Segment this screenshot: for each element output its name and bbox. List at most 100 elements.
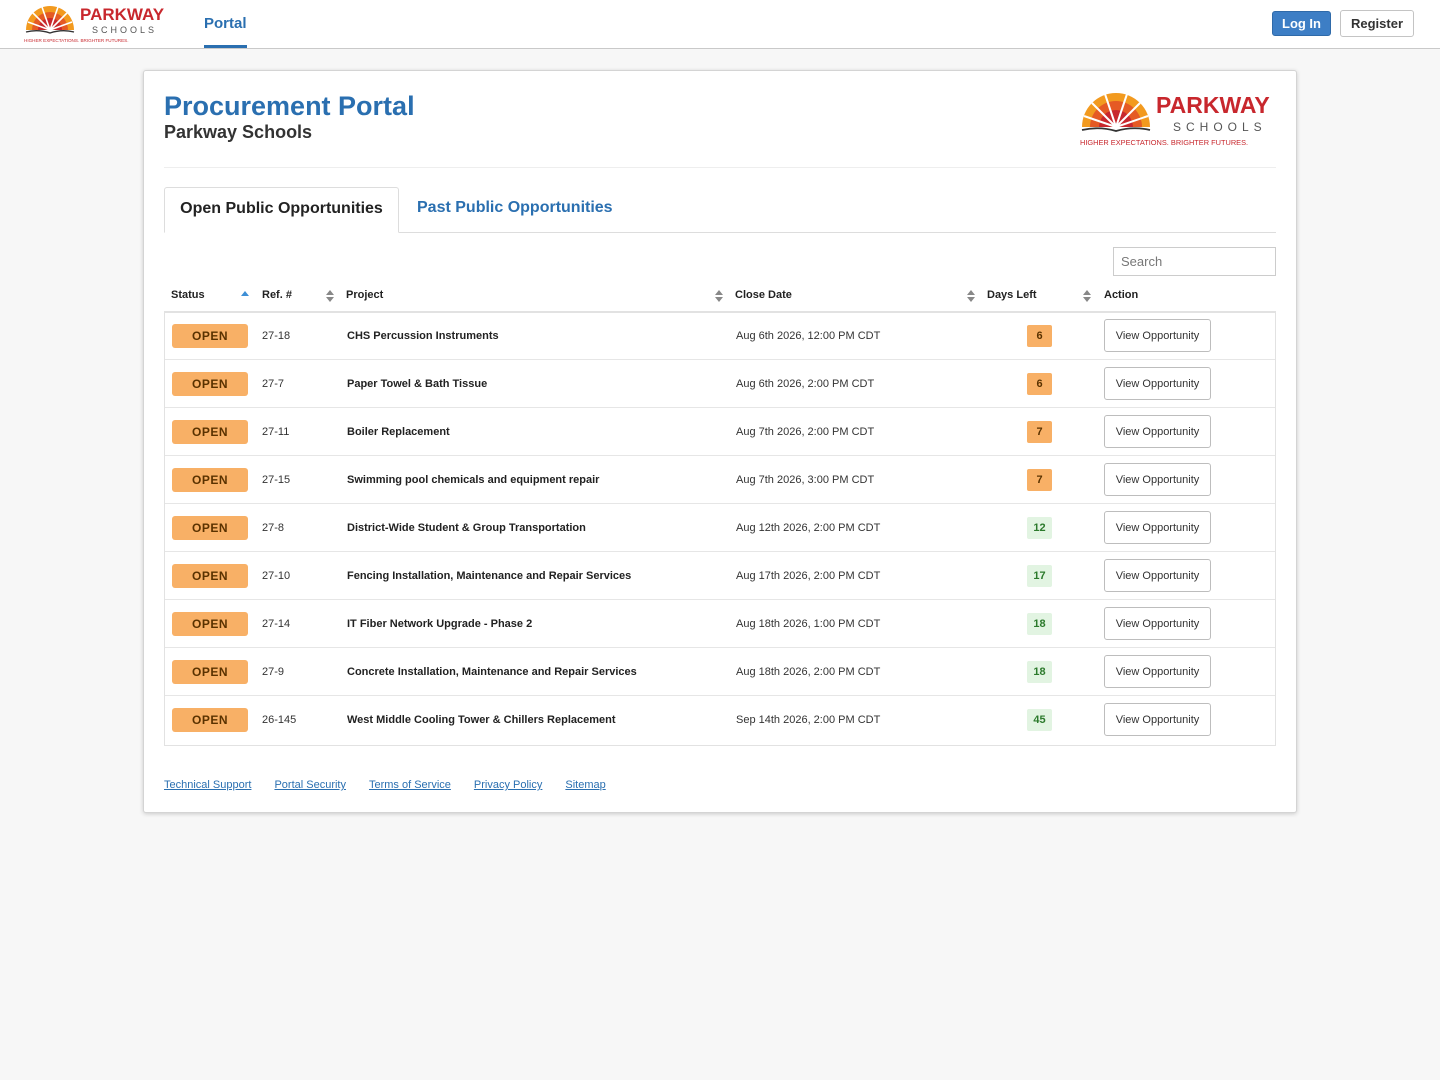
project-name: Paper Towel & Bath Tissue: [347, 378, 488, 390]
column-header-close-date[interactable]: Close Date: [735, 281, 792, 311]
view-opportunity-button[interactable]: View Opportunity: [1104, 367, 1211, 400]
opportunities-table-body: OPEN 27-18 CHS Percussion Instruments Aug 6…: [164, 312, 1276, 746]
project-name: Swimming pool chemicals and equipment re…: [347, 474, 600, 486]
status-badge: OPEN: [172, 612, 248, 636]
sort-icon[interactable]: [326, 289, 334, 303]
table-row: OPEN 27-18 CHS Percussion Instruments Aug 6…: [165, 312, 1275, 360]
search-input[interactable]: [1113, 247, 1276, 276]
ref-number: 27-7: [262, 378, 285, 390]
parkway-logo[interactable]: PARKWAY SCHOOLS HIGHER EXPECTATIONS. BRI…: [24, 4, 170, 44]
footer-link-terms-of-service[interactable]: Terms of Service: [369, 779, 451, 791]
ref-number: 27-10: [262, 570, 291, 582]
days-left-badge: 17: [1027, 565, 1052, 587]
table-row: OPEN 26-145 West Middle Cooling Tower & Ch…: [165, 696, 1275, 744]
page-title: Procurement Portal: [164, 91, 415, 121]
column-header-days-left[interactable]: Days Left: [987, 281, 1037, 311]
column-header-action: Action: [1104, 289, 1139, 301]
tab-past-opportunities[interactable]: Past Public Opportunities: [417, 187, 613, 233]
title-divider: [164, 167, 1276, 168]
top-navbar: PARKWAY SCHOOLS HIGHER EXPECTATIONS. BRI…: [0, 0, 1440, 49]
procurement-card: Procurement Portal Parkway Schools PARKW…: [143, 70, 1297, 813]
ref-number: 27-8: [262, 522, 285, 534]
status-badge: OPEN: [172, 660, 248, 684]
days-left-badge: 6: [1027, 373, 1052, 395]
close-date: Aug 18th 2026, 1:00 PM CDT: [736, 618, 881, 630]
close-date: Aug 12th 2026, 2:00 PM CDT: [736, 522, 881, 534]
days-left-badge: 7: [1027, 421, 1052, 443]
table-header: Status Ref. # Project Close Date Days Le…: [164, 281, 1276, 313]
footer-links: Technical Support Portal Security Terms of…: [164, 779, 629, 791]
column-header-status[interactable]: Status: [171, 281, 205, 311]
status-badge: OPEN: [172, 468, 248, 492]
close-date: Aug 18th 2026, 2:00 PM CDT: [736, 666, 881, 678]
table-row: OPEN 27-14 IT Fiber Network Upgrade - Phas…: [165, 600, 1275, 648]
logo-name: PARKWAY: [80, 5, 165, 24]
view-opportunity-button[interactable]: View Opportunity: [1104, 511, 1211, 544]
days-left-badge: 7: [1027, 469, 1052, 491]
view-opportunity-button[interactable]: View Opportunity: [1104, 319, 1211, 352]
close-date: Aug 6th 2026, 12:00 PM CDT: [736, 330, 881, 342]
table-row: OPEN 27-15 Swimming pool chemicals and equ…: [165, 456, 1275, 504]
days-left-badge: 12: [1027, 517, 1052, 539]
project-name: IT Fiber Network Upgrade - Phase 2: [347, 618, 533, 630]
project-name: Concrete Installation, Maintenance and R…: [347, 666, 637, 678]
login-button[interactable]: Log In: [1272, 11, 1331, 36]
close-date: Aug 7th 2026, 3:00 PM CDT: [736, 474, 875, 486]
view-opportunity-button[interactable]: View Opportunity: [1104, 703, 1211, 736]
status-badge: OPEN: [172, 420, 248, 444]
project-name: West Middle Cooling Tower & Chillers Rep…: [347, 714, 616, 726]
page-subtitle: Parkway Schools: [164, 122, 313, 142]
sort-icon[interactable]: [967, 289, 975, 303]
tab-open-opportunities[interactable]: Open Public Opportunities: [164, 187, 399, 233]
ref-number: 27-18: [262, 330, 291, 342]
view-opportunity-button[interactable]: View Opportunity: [1104, 655, 1211, 688]
view-opportunity-button[interactable]: View Opportunity: [1104, 559, 1211, 592]
table-row: OPEN 27-11 Boiler Replacement Aug 7th 2026,…: [165, 408, 1275, 456]
sort-icon[interactable]: [715, 289, 723, 303]
footer-link-portal-security[interactable]: Portal Security: [274, 779, 346, 791]
footer-link-technical-support[interactable]: Technical Support: [164, 779, 251, 791]
opportunity-tabs: Open Public Opportunities Past Public Op…: [164, 187, 1276, 233]
logo-large-sub: SCHOOLS: [1173, 120, 1267, 134]
days-left-badge: 18: [1027, 613, 1052, 635]
status-badge: OPEN: [172, 708, 248, 732]
view-opportunity-button[interactable]: View Opportunity: [1104, 607, 1211, 640]
table-row: OPEN 27-9 Concrete Installation, Maintenan…: [165, 648, 1275, 696]
project-name: Boiler Replacement: [347, 426, 450, 438]
close-date: Aug 7th 2026, 2:00 PM CDT: [736, 426, 875, 438]
project-name: CHS Percussion Instruments: [347, 330, 499, 342]
project-name: Fencing Installation, Maintenance and Re…: [347, 570, 632, 582]
close-date: Aug 17th 2026, 2:00 PM CDT: [736, 570, 881, 582]
footer-link-privacy-policy[interactable]: Privacy Policy: [474, 779, 542, 791]
ref-number: 27-11: [262, 426, 290, 438]
status-badge: OPEN: [172, 324, 248, 348]
sunburst-icon: [25, 6, 75, 34]
nav-portal-link[interactable]: Portal: [204, 0, 247, 48]
days-left-badge: 45: [1027, 709, 1052, 731]
ref-number: 27-9: [262, 666, 285, 678]
footer-link-sitemap[interactable]: Sitemap: [565, 779, 605, 791]
ref-number: 27-14: [262, 618, 291, 630]
sort-icon[interactable]: [1083, 289, 1091, 303]
table-row: OPEN 27-8 District-Wide Student & Group Tr…: [165, 504, 1275, 552]
register-button[interactable]: Register: [1340, 10, 1414, 37]
column-header-project[interactable]: Project: [346, 281, 383, 311]
close-date: Sep 14th 2026, 2:00 PM CDT: [736, 714, 881, 726]
view-opportunity-button[interactable]: View Opportunity: [1104, 463, 1211, 496]
days-left-badge: 6: [1027, 325, 1052, 347]
ref-number: 27-15: [262, 474, 291, 486]
parkway-logo-large: PARKWAY SCHOOLS HIGHER EXPECTATIONS. BRI…: [1080, 92, 1270, 147]
close-date: Aug 6th 2026, 2:00 PM CDT: [736, 378, 875, 390]
column-header-ref[interactable]: Ref. #: [262, 281, 292, 311]
status-badge: OPEN: [172, 372, 248, 396]
view-opportunity-button[interactable]: View Opportunity: [1104, 415, 1211, 448]
days-left-badge: 18: [1027, 661, 1052, 683]
ref-number: 26-145: [262, 714, 297, 726]
logo-large-name: PARKWAY: [1156, 92, 1270, 118]
sort-ascending-icon[interactable]: [241, 289, 249, 303]
logo-tagline: HIGHER EXPECTATIONS. BRIGHTER FUTURES.: [24, 38, 128, 43]
status-badge: OPEN: [172, 564, 248, 588]
logo-sub: SCHOOLS: [92, 25, 157, 35]
table-row: OPEN 27-7 Paper Towel & Bath Tissue Aug 6th…: [165, 360, 1275, 408]
sunburst-icon: [1081, 93, 1151, 132]
